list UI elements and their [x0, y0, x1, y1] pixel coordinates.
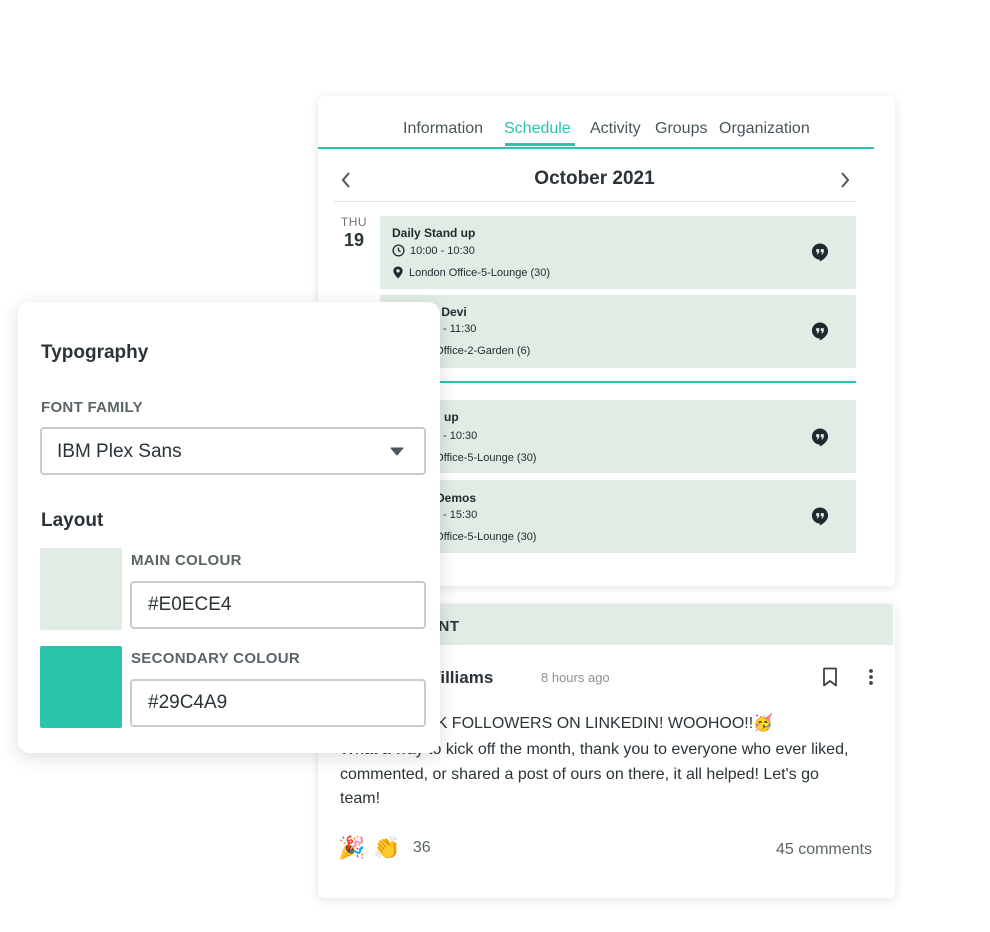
- reaction-count: 36: [412, 839, 431, 856]
- event-card[interactable]: nd up - 10:30 n Office-5-Lounge (30): [380, 400, 856, 473]
- font-family-select[interactable]: IBM Plex Sans: [40, 427, 426, 475]
- event-time-text: - 15:30: [443, 509, 478, 521]
- event-location-text: London Office-5-Lounge (30): [409, 266, 551, 279]
- event-location: n Office-2-Garden (6): [426, 345, 530, 357]
- tab-information[interactable]: Information: [403, 119, 483, 139]
- event-location-text: n Office-5-Lounge (30): [426, 531, 537, 543]
- post-timestamp: 8 hours ago: [541, 670, 610, 685]
- event-time-text: - 10:30: [443, 430, 478, 442]
- reactions-bar: 🎉 👏 36: [338, 835, 431, 861]
- event-location: n Office-5-Lounge (30): [426, 452, 536, 464]
- party-popper-icon[interactable]: 🎉: [338, 835, 365, 861]
- clapping-hands-icon[interactable]: 👏: [373, 835, 400, 861]
- event-time-text: 10:00 - 10:30: [410, 244, 475, 257]
- font-family-label: FONT FAMILY: [41, 399, 143, 416]
- hangouts-icon[interactable]: [811, 322, 829, 341]
- more-options-icon[interactable]: [864, 667, 878, 687]
- event-location-text: n Office-2-Garden (6): [426, 345, 531, 357]
- caret-down-icon: [390, 447, 404, 456]
- tab-schedule[interactable]: Schedule: [504, 119, 571, 139]
- event-time: - 10:30: [443, 430, 477, 442]
- day-label: THU 19: [334, 215, 374, 251]
- event-time: - 11:30: [443, 323, 476, 335]
- layout-title: Layout: [41, 510, 104, 531]
- main-colour-input[interactable]: [130, 581, 426, 629]
- event-location-text: n Office-5-Lounge (30): [426, 452, 537, 464]
- current-time-line: [380, 381, 856, 383]
- event-time: - 15:30: [443, 509, 477, 521]
- tab-activity[interactable]: Activity: [590, 119, 641, 139]
- month-title: October 2021: [534, 168, 655, 189]
- typography-panel: Typography FONT FAMILY IBM Plex Sans Lay…: [18, 302, 440, 753]
- active-tab-indicator: [505, 143, 575, 146]
- secondary-colour-input[interactable]: [130, 679, 426, 727]
- event-card[interactable]: ra / Devi - 11:30 n Office-2-Garden (6): [380, 295, 856, 368]
- comments-link[interactable]: 45 comments: [776, 841, 872, 859]
- secondary-colour-swatch[interactable]: [40, 646, 122, 728]
- event-title: Daily Stand up: [392, 226, 476, 240]
- month-navigation: October 2021: [334, 162, 855, 202]
- event-card[interactable]: Daily Stand up 10:00 - 10:30 London Offi…: [380, 216, 856, 289]
- day-number: 19: [343, 230, 365, 250]
- bookmark-icon[interactable]: [821, 667, 839, 687]
- secondary-colour-label: SECONDARY COLOUR: [131, 650, 300, 667]
- clock-icon: [392, 244, 405, 257]
- hangouts-icon[interactable]: [811, 507, 829, 526]
- tab-groups[interactable]: Groups: [655, 119, 707, 139]
- event-time-text: - 11:30: [443, 323, 477, 335]
- tab-bar: Information Schedule Activity Groups Org…: [318, 96, 874, 149]
- event-title: Demos: [436, 491, 477, 505]
- main-colour-swatch[interactable]: [40, 548, 122, 630]
- post-headline: O 30K FOLLOWERS ON LINKEDIN! WOOHOO!!🥳: [402, 715, 774, 732]
- event-location: n Office-5-Lounge (30): [426, 531, 536, 543]
- main-colour-label: MAIN COLOUR: [131, 552, 242, 569]
- event-time: 10:00 - 10:30: [392, 244, 475, 257]
- chevron-right-icon[interactable]: [833, 168, 857, 192]
- font-family-value: IBM Plex Sans: [57, 441, 182, 462]
- location-pin-icon: [393, 266, 403, 279]
- day-name: THU: [340, 215, 368, 229]
- typography-title: Typography: [41, 342, 149, 363]
- hangouts-icon[interactable]: [811, 243, 829, 262]
- event-card[interactable]: Demos - 15:30 n Office-5-Lounge (30): [380, 480, 856, 553]
- tab-organization[interactable]: Organization: [719, 119, 810, 139]
- event-location: London Office-5-Lounge (30): [392, 266, 550, 279]
- hangouts-icon[interactable]: [811, 428, 829, 447]
